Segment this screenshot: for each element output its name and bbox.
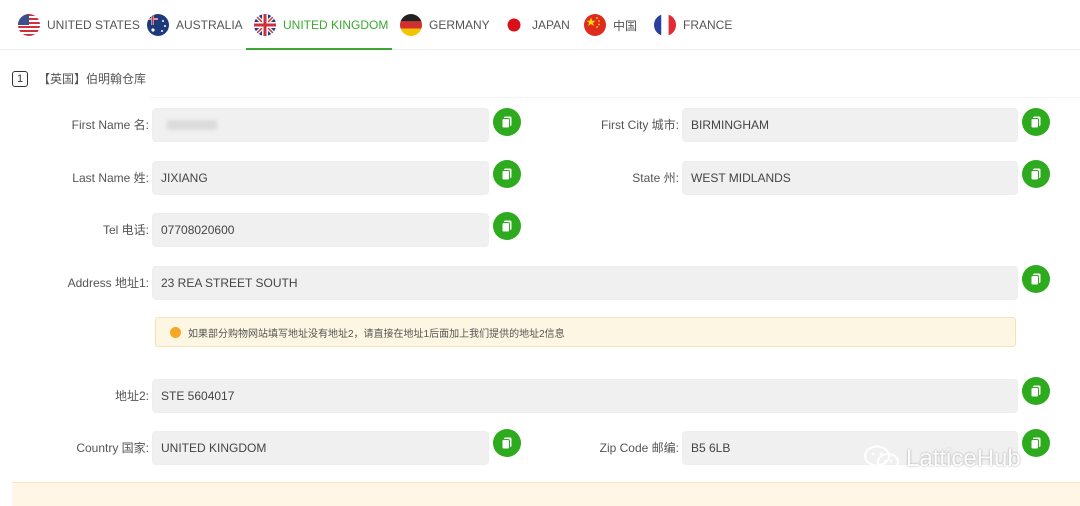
tab-japan[interactable]: JAPAN — [503, 0, 570, 50]
copy-tel-button[interactable] — [493, 212, 521, 240]
first-name-label: First Name 名: — [71, 118, 149, 132]
tab-label: 中国 — [613, 18, 638, 33]
first-name-field[interactable] — [152, 108, 489, 142]
country-label: Country 国家: — [76, 441, 149, 455]
copy-state-button[interactable] — [1022, 160, 1050, 188]
tab-label: AUSTRALIA — [176, 18, 243, 32]
germany-flag-icon — [400, 14, 422, 36]
state-field[interactable]: WEST MIDLANDS — [682, 161, 1018, 195]
tab-united-kingdom[interactable]: UNITED KINGDOM — [246, 0, 392, 50]
copy-icon — [501, 116, 512, 129]
tel-label: Tel 电话: — [102, 223, 149, 237]
tab-australia[interactable]: AUSTRALIA — [147, 0, 243, 50]
address1-label: Address 地址1: — [67, 276, 149, 290]
copy-address2-button[interactable] — [1022, 377, 1050, 405]
copy-icon — [501, 168, 512, 181]
section-title: 【英国】伯明翰仓库 — [38, 72, 147, 86]
copy-icon — [501, 437, 512, 450]
notice-text: 如果部分购物网站填写地址没有地址2，请直接在地址1后面加上我们提供的地址2信息 — [188, 328, 565, 340]
copy-icon — [1030, 273, 1041, 286]
copy-country-button[interactable] — [493, 429, 521, 457]
country-tabs: UNITED STATES AUSTRALIA UNITED KINGDOM G… — [0, 0, 1080, 50]
address2-field[interactable]: STE 5604017 — [152, 379, 1018, 413]
first-city-field[interactable]: BIRMINGHAM — [682, 108, 1018, 142]
address2-notice: 如果部分购物网站填写地址没有地址2，请直接在地址1后面加上我们提供的地址2信息 — [155, 317, 1016, 347]
copy-icon — [1030, 116, 1041, 129]
uk-flag-icon — [254, 14, 276, 36]
china-flag-icon — [584, 14, 606, 36]
redacted-value — [167, 120, 217, 130]
zip-code-label: Zip Code 邮编: — [599, 441, 679, 455]
state-label: State 州: — [632, 171, 679, 185]
france-flag-icon — [654, 14, 676, 36]
copy-icon — [501, 220, 512, 233]
last-name-label: Last Name 姓: — [72, 171, 149, 185]
copy-icon — [1030, 168, 1041, 181]
first-city-label: First City 城市: — [601, 118, 679, 132]
us-flag-icon — [18, 14, 40, 36]
japan-flag-icon — [503, 14, 525, 36]
copy-first-name-button[interactable] — [493, 108, 521, 136]
section-divider — [150, 97, 1080, 98]
australia-flag-icon — [147, 14, 169, 36]
copy-zip-code-button[interactable] — [1022, 429, 1050, 457]
copy-first-city-button[interactable] — [1022, 108, 1050, 136]
copy-icon — [1030, 385, 1041, 398]
copy-last-name-button[interactable] — [493, 160, 521, 188]
tab-label: UNITED KINGDOM — [283, 18, 389, 32]
tab-france[interactable]: FRANCE — [654, 0, 732, 50]
wechat-icon — [864, 445, 899, 471]
address1-field[interactable]: 23 REA STREET SOUTH — [152, 266, 1018, 300]
tel-field[interactable]: 07708020600 — [152, 213, 489, 247]
tab-germany[interactable]: GERMANY — [400, 0, 490, 50]
warning-dot-icon — [170, 326, 181, 338]
watermark-text: LatticeHub — [906, 445, 1021, 472]
section-number-badge: 1 — [12, 70, 28, 87]
tab-label: JAPAN — [532, 18, 570, 32]
section-heading: 1 【英国】伯明翰仓库 — [12, 70, 146, 87]
watermark: LatticeHub — [862, 444, 1021, 474]
copy-icon — [1030, 437, 1041, 450]
bottom-warning-bar — [12, 482, 1080, 506]
copy-address1-button[interactable] — [1022, 265, 1050, 293]
last-name-field[interactable]: JIXIANG — [152, 161, 489, 195]
address2-label: 地址2: — [114, 389, 149, 403]
tab-label: GERMANY — [429, 18, 490, 32]
tab-label: UNITED STATES — [47, 18, 140, 32]
country-field[interactable]: UNITED KINGDOM — [152, 431, 489, 465]
tab-label: FRANCE — [683, 18, 733, 32]
tab-united-states[interactable]: UNITED STATES — [18, 0, 140, 50]
tab-china[interactable]: 中国 — [584, 0, 637, 50]
